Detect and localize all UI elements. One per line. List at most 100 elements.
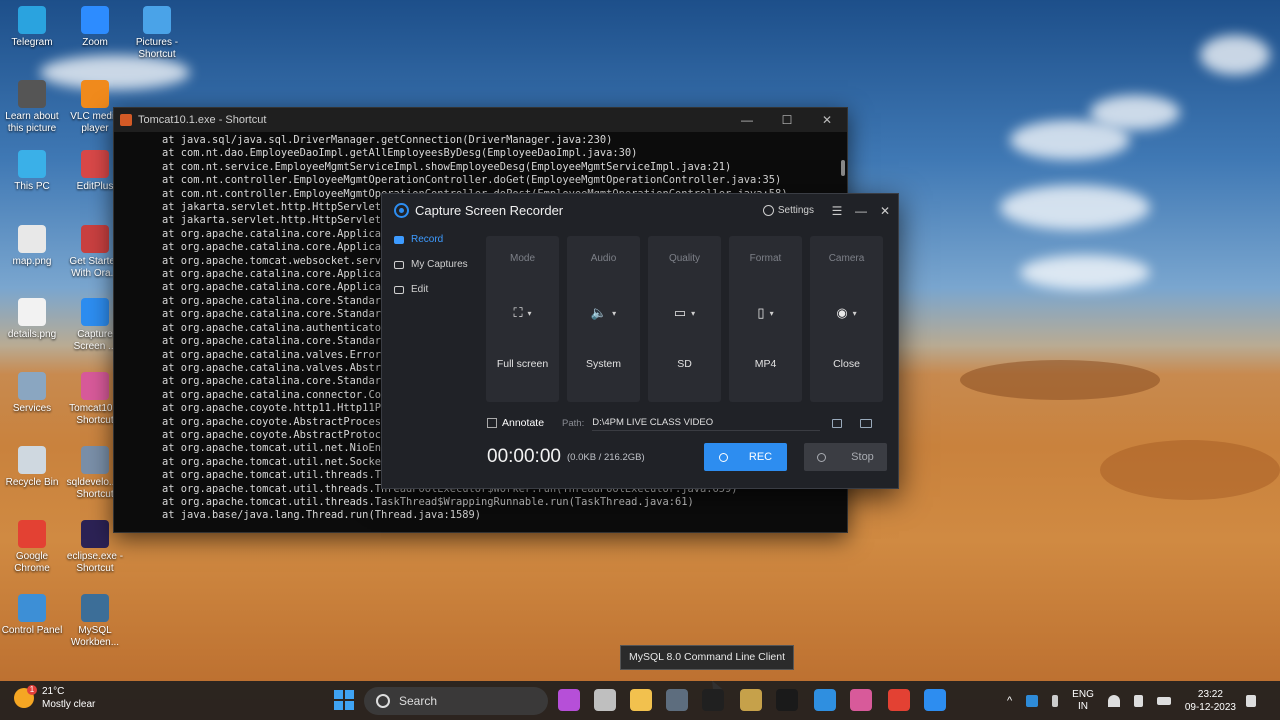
scrollbar-thumb[interactable]: [841, 160, 845, 176]
clock[interactable]: 23:22 09-12-2023: [1185, 688, 1236, 714]
close-button[interactable]: ✕: [874, 204, 896, 218]
monitor-icon: [18, 150, 46, 178]
sidebar-item-record[interactable]: Record: [382, 227, 476, 252]
copilot-icon[interactable]: [558, 689, 580, 711]
desktop-icon[interactable]: Telegram: [0, 6, 64, 49]
desktop-icon[interactable]: Control Panel: [0, 594, 64, 637]
sidebar-item-edit[interactable]: Edit: [382, 277, 476, 302]
vlc-icon: [81, 80, 109, 108]
recorder-sidebar: Record My Captures Edit: [382, 227, 476, 488]
edit-icon: [394, 285, 404, 294]
minimize-button[interactable]: —: [727, 113, 767, 127]
desktop-icon[interactable]: Recycle Bin: [0, 446, 64, 489]
recorder-title: Capture Screen Recorder: [415, 203, 564, 218]
path-input[interactable]: D:\4PM LIVE CLASS VIDEO: [592, 415, 821, 431]
list-icon[interactable]: [832, 418, 843, 428]
stop-button[interactable]: Stop: [804, 443, 887, 471]
desktop-icon-label: Learn about this picture: [5, 111, 59, 134]
weather-temp: 21°C: [42, 686, 65, 697]
editplus-icon: [81, 150, 109, 178]
capture-taskbar-icon[interactable]: [924, 689, 946, 711]
volume-icon[interactable]: [1133, 694, 1143, 707]
tile-audio[interactable]: Audio 🔈 ▾ System: [567, 236, 640, 402]
desktop-icon[interactable]: map.png: [0, 225, 64, 268]
rec-label: REC: [748, 451, 773, 463]
learn-icon: [18, 80, 46, 108]
menu-icon[interactable]: ☰: [826, 204, 848, 218]
caret-down-icon: ▾: [612, 308, 617, 318]
desktop-icon-label: eclipse.exe - Shortcut: [66, 551, 124, 574]
vscode-icon[interactable]: [814, 689, 836, 711]
terminal-window-icon[interactable]: [666, 689, 688, 711]
path-label: Path:: [562, 417, 585, 429]
battery-icon[interactable]: [1156, 696, 1171, 705]
close-button[interactable]: ✕: [807, 113, 847, 127]
settings-button[interactable]: Settings: [762, 205, 814, 216]
tile-label: Quality: [668, 253, 701, 264]
tile-quality[interactable]: Quality ▭ ▾ SD: [648, 236, 721, 402]
git-icon[interactable]: [740, 689, 762, 711]
lang-line2: IN: [1078, 700, 1088, 712]
tile-camera[interactable]: Camera ◉ ▾ Close: [810, 236, 883, 402]
maximize-button[interactable]: ☐: [767, 113, 807, 127]
task-view-icon[interactable]: [594, 689, 616, 711]
capture-recorder-window[interactable]: Capture Screen Recorder Settings ☰ — ✕ R…: [381, 193, 899, 489]
image-file-icon: [18, 225, 46, 253]
tile-icon-wrap[interactable]: ▯ ▾: [757, 304, 773, 322]
tile-label: Format: [749, 253, 782, 264]
folder-icon[interactable]: [860, 418, 873, 428]
fullscreen-icon: ⛶: [513, 305, 523, 320]
recorder-titlebar[interactable]: Capture Screen Recorder Settings ☰ — ✕: [382, 194, 898, 227]
gear-icon: [762, 205, 774, 216]
desktop-icon[interactable]: Google Chrome: [0, 520, 64, 575]
chrome-taskbar-icon[interactable]: [888, 689, 910, 711]
taskbar-search[interactable]: Search: [364, 687, 548, 715]
tile-icon-wrap[interactable]: 🔈 ▾: [591, 304, 616, 322]
console-titlebar[interactable]: Tomcat10.1.exe - Shortcut — ☐ ✕: [114, 108, 847, 132]
tile-mode[interactable]: Mode ⛶ ▾ Full screen: [486, 236, 559, 402]
caret-down-icon: ▾: [852, 308, 857, 318]
minimize-button[interactable]: —: [850, 204, 872, 218]
chevron-up-icon[interactable]: ^: [1007, 695, 1012, 707]
tile-icon-wrap[interactable]: ⛶ ▾: [513, 304, 531, 322]
language-indicator[interactable]: ENG IN: [1072, 689, 1094, 713]
desktop-icon[interactable]: Pictures - Shortcut: [125, 6, 189, 61]
notification-bell-icon[interactable]: [1246, 694, 1256, 707]
tile-format[interactable]: Format ▯ ▾ MP4: [729, 236, 802, 402]
annotate-checkbox[interactable]: [487, 418, 497, 428]
cloud: [1200, 35, 1270, 75]
wifi-icon[interactable]: [1107, 694, 1120, 707]
microphone-icon[interactable]: [1052, 694, 1059, 707]
rec-button[interactable]: REC: [704, 443, 787, 471]
mysql-workbench-icon: [81, 594, 109, 622]
mysql-cli-icon[interactable]: [702, 689, 724, 711]
desktop-icon[interactable]: Zoom: [63, 6, 127, 49]
desktop-icon[interactable]: details.png: [0, 298, 64, 341]
chrome-icon: [18, 520, 46, 548]
file-explorer-icon[interactable]: [630, 689, 652, 711]
tile-icon-wrap[interactable]: ◉ ▾: [836, 304, 856, 322]
taskbar-tooltip: MySQL 8.0 Command Line Client: [620, 645, 795, 670]
recorder-tiles: Mode ⛶ ▾ Full screen Audio 🔈 ▾ System Quality ▭ ▾ S…: [486, 236, 883, 402]
desktop-icon[interactable]: This PC: [0, 150, 64, 193]
tomcat-taskbar-icon[interactable]: [850, 689, 872, 711]
tile-label: Mode: [509, 253, 535, 264]
database-icon: [81, 225, 109, 253]
tile-label: Camera: [828, 253, 865, 264]
weather-icon: 1: [14, 685, 37, 708]
settings-label: Settings: [777, 205, 814, 216]
tile-value: Full screen: [496, 358, 549, 370]
desktop-icon-label: map.png: [12, 256, 52, 267]
sidebar-item-my-captures[interactable]: My Captures: [382, 252, 476, 277]
cmd-icon[interactable]: [776, 689, 798, 711]
security-icon[interactable]: [1026, 694, 1039, 707]
eclipse-icon: [81, 520, 109, 548]
tile-icon-wrap[interactable]: ▭ ▾: [674, 304, 695, 322]
weather-widget[interactable]: 1 21°C Mostly clear: [14, 685, 95, 711]
lang-line1: ENG: [1072, 688, 1094, 700]
desktop-icon[interactable]: MySQL Workben...: [63, 594, 127, 649]
start-button[interactable]: [334, 690, 354, 710]
search-label: Search: [399, 694, 438, 708]
desktop-icon[interactable]: Services: [0, 372, 64, 415]
desktop-icon[interactable]: Learn about this picture: [0, 80, 64, 135]
